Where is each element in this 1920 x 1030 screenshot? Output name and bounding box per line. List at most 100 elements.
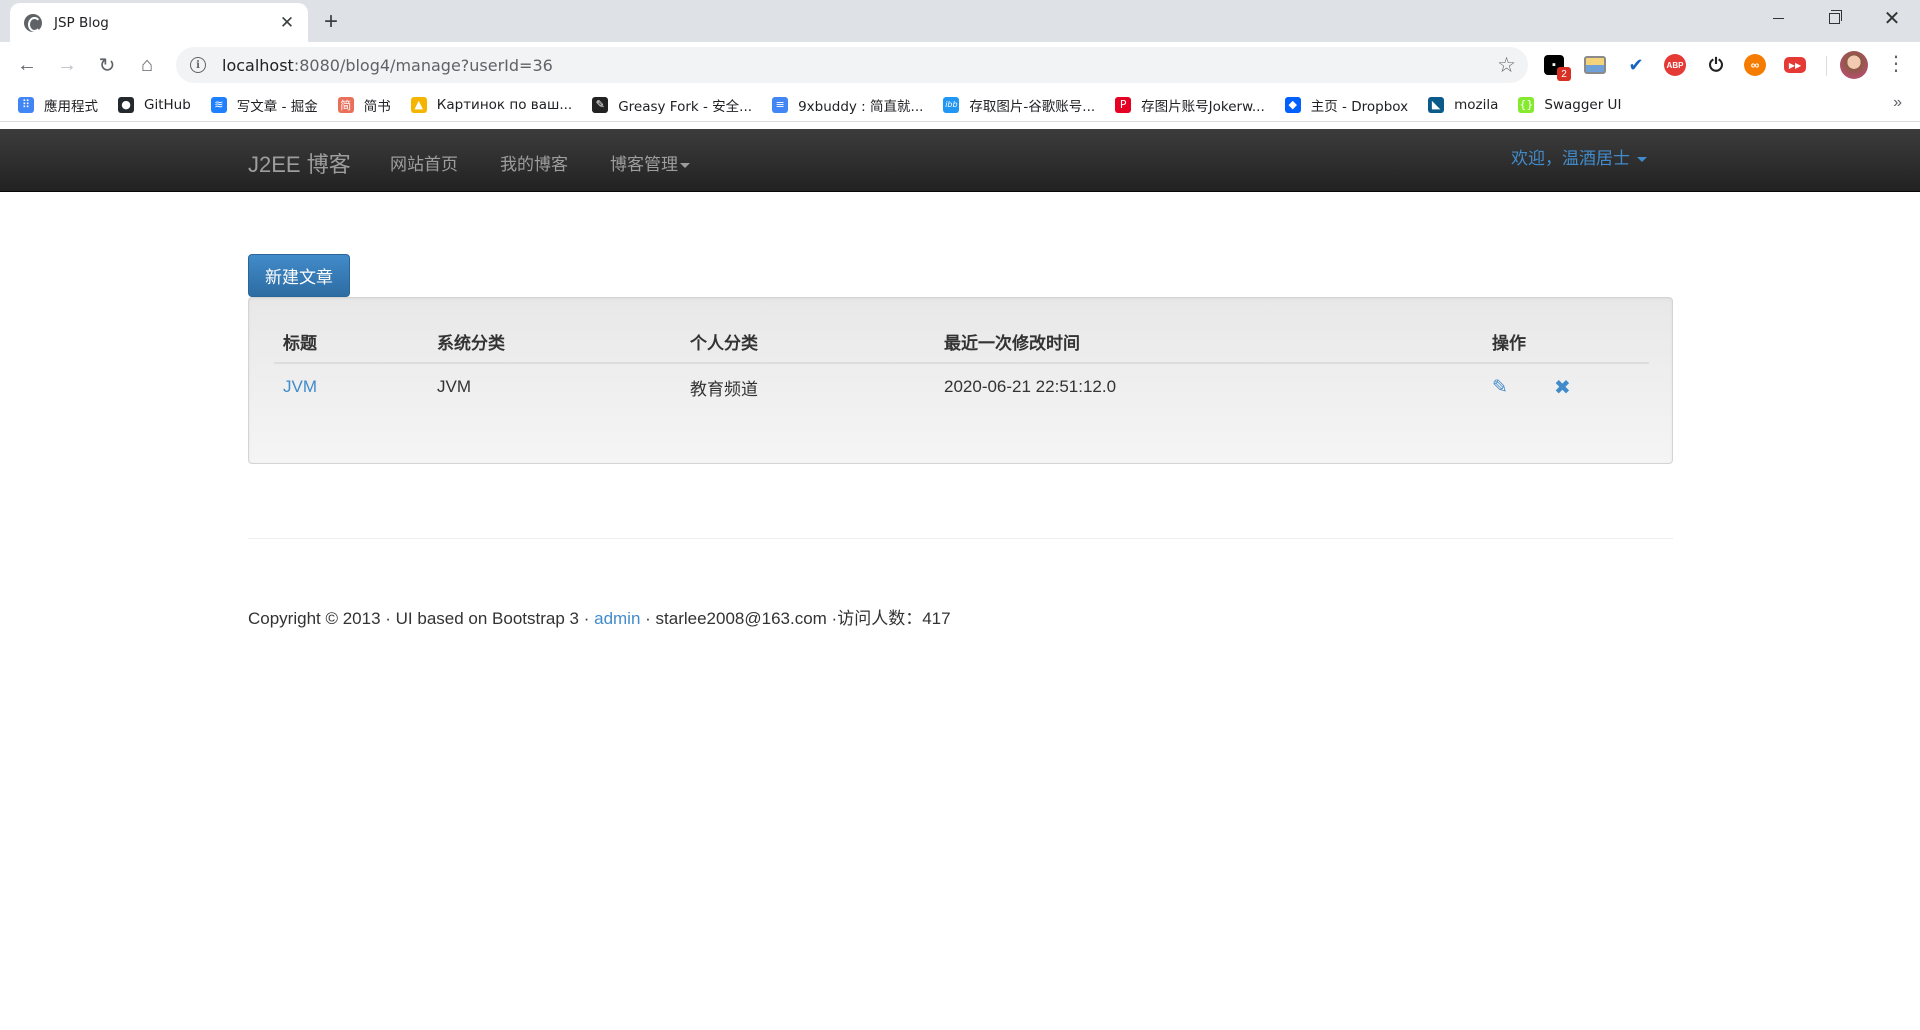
reload-icon[interactable]: ↻ bbox=[92, 50, 122, 80]
v-extension-icon[interactable]: ✔ bbox=[1624, 53, 1648, 77]
extension-1-icon[interactable]: ▪ 2 bbox=[1544, 55, 1571, 81]
tab-strip: JSP Blog ✕ + ✕ bbox=[0, 0, 1920, 42]
apps-grid-icon: ⠿ bbox=[18, 96, 34, 113]
bookmark-item[interactable]: P 存图片账号Jokerw... bbox=[1115, 95, 1265, 115]
user-welcome-dropdown[interactable]: 欢迎，温酒居士 bbox=[1511, 144, 1647, 169]
tab-title: JSP Blog bbox=[54, 14, 109, 31]
power-icon[interactable]: ⏻ bbox=[1704, 53, 1728, 77]
personal-category-cell: 教育频道 bbox=[690, 379, 758, 399]
bookmark-label: 應用程式 bbox=[44, 98, 98, 115]
extension-badge: 2 bbox=[1557, 67, 1571, 81]
address-bar[interactable]: i localhost:8080/blog4/manage?userId=36 … bbox=[176, 47, 1528, 83]
footer-divider bbox=[248, 538, 1673, 539]
site-navbar: J2EE 博客 网站首页 我的博客 博客管理 欢迎，温酒居士 bbox=[0, 129, 1920, 192]
menu-dots-icon[interactable]: ⋮ bbox=[1886, 52, 1906, 76]
bookmark-item[interactable]: {} Swagger UI bbox=[1518, 96, 1622, 113]
browser-toolbar: ← → ↻ ⌂ i localhost:8080/blog4/manage?us… bbox=[0, 42, 1920, 88]
restore-button[interactable] bbox=[1806, 0, 1862, 36]
dropbox-icon: ◆ bbox=[1284, 96, 1301, 113]
github-icon: ● bbox=[118, 96, 134, 113]
profile-avatar[interactable] bbox=[1840, 51, 1868, 79]
window-close-button[interactable]: ✕ bbox=[1864, 0, 1920, 36]
article-title-link[interactable]: JVM bbox=[283, 364, 317, 410]
adblock-plus-icon[interactable]: ABP bbox=[1664, 54, 1686, 76]
bookmarks-bar: ⠿ 應用程式 ● GitHub ≋ 写文章 - 掘金 简简书 ▲ Картинок по ваш… bbox=[0, 88, 1920, 122]
header-actions: 操作 bbox=[1492, 333, 1526, 353]
pinterest-icon: P bbox=[1115, 96, 1132, 113]
video-extension-icon[interactable]: ▶▶ bbox=[1784, 57, 1806, 73]
bookmark-label: Greasy Fork - 安全... bbox=[618, 98, 753, 115]
delete-x-icon[interactable]: ✖ bbox=[1554, 364, 1571, 410]
mozilla-icon: ◣ bbox=[1428, 96, 1445, 113]
browser-tab[interactable]: JSP Blog ✕ bbox=[10, 3, 308, 42]
table-row: JVM JVM 教育频道 2020-06-21 22:51:12.0 ✎ ✖ bbox=[274, 364, 1649, 410]
home-icon[interactable]: ⌂ bbox=[132, 50, 162, 80]
bookmark-label: Swagger UI bbox=[1544, 96, 1622, 113]
juejin-icon: ≋ bbox=[210, 96, 227, 113]
nav-my-blog-link[interactable]: 我的博客 bbox=[500, 150, 568, 175]
bookmark-label: 简书 bbox=[363, 98, 391, 115]
caret-down-icon bbox=[680, 163, 690, 169]
caret-down-icon bbox=[1636, 157, 1647, 163]
url-text[interactable]: localhost:8080/blog4/manage?userId=36 bbox=[222, 56, 553, 75]
nav-home-link[interactable]: 网站首页 bbox=[390, 150, 458, 175]
bookmark-item[interactable]: ▲ Картинок по ваш... bbox=[410, 96, 573, 113]
bookmark-label: Картинок по ваш... bbox=[436, 96, 573, 113]
toolbar-divider bbox=[1826, 56, 1827, 76]
bookmark-label: 存取图片-谷歌账号... bbox=[969, 98, 1096, 115]
infinity-extension-icon[interactable]: ∞ bbox=[1744, 54, 1766, 76]
header-title: 标题 bbox=[283, 333, 317, 353]
articles-table: 标题 系统分类 个人分类 最近一次修改时间 操作 JVM JVM 教育频道 20… bbox=[274, 318, 1649, 410]
pencil-edit-icon[interactable]: ✎ bbox=[1492, 364, 1508, 410]
bookmark-label: mozila bbox=[1454, 96, 1499, 113]
footer-contact: · starlee2008@163.com ·访问人数：417 bbox=[640, 609, 951, 628]
footer-admin-link[interactable]: admin bbox=[594, 609, 640, 628]
new-tab-button[interactable]: + bbox=[324, 8, 338, 36]
footer: Copyright © 2013 · UI based on Bootstrap… bbox=[248, 604, 951, 629]
site-info-icon[interactable]: i bbox=[190, 57, 206, 73]
bookmark-label: 9xbuddy : 简直就... bbox=[798, 98, 924, 115]
greasyfork-icon: ✎ bbox=[592, 96, 609, 113]
bookmark-item[interactable]: ibb 存取图片-谷歌账号... bbox=[943, 95, 1095, 115]
ibb-icon: ibb bbox=[943, 96, 960, 113]
minimize-button[interactable] bbox=[1750, 0, 1806, 36]
table-header: 标题 系统分类 个人分类 最近一次修改时间 操作 bbox=[274, 318, 1649, 364]
system-category-cell: JVM bbox=[437, 377, 471, 396]
welcome-label: 欢迎，温酒居士 bbox=[1511, 149, 1630, 168]
bookmark-item[interactable]: ● GitHub bbox=[118, 96, 191, 113]
header-personal-category: 个人分类 bbox=[690, 333, 758, 353]
forward-arrow-icon[interactable]: → bbox=[52, 50, 82, 80]
modified-time-cell: 2020-06-21 22:51:12.0 bbox=[944, 377, 1117, 396]
header-modified-time: 最近一次修改时间 bbox=[944, 333, 1080, 353]
articles-panel: 标题 系统分类 个人分类 最近一次修改时间 操作 JVM JVM 教育频道 20… bbox=[248, 297, 1673, 464]
url-host: localhost bbox=[222, 55, 294, 75]
nav-manage-label: 博客管理 bbox=[610, 155, 678, 174]
nav-manage-dropdown[interactable]: 博客管理 bbox=[610, 150, 690, 175]
globe-icon bbox=[24, 13, 42, 32]
site-brand[interactable]: J2EE 博客 bbox=[248, 147, 351, 179]
close-tab-icon[interactable]: ✕ bbox=[278, 13, 296, 33]
back-arrow-icon[interactable]: ← bbox=[12, 50, 42, 80]
url-path: :8080/blog4/manage?userId=36 bbox=[293, 55, 553, 75]
jianshu-icon: 简 bbox=[337, 96, 354, 113]
footer-copyright: Copyright © 2013 · UI based on Bootstrap… bbox=[248, 609, 595, 628]
bookmark-item[interactable]: ◣ mozila bbox=[1428, 96, 1499, 113]
bookmark-label: 写文章 - 掘金 bbox=[236, 98, 318, 115]
bookmark-label: GitHub bbox=[144, 96, 191, 113]
bookmark-item[interactable]: ⠿ 應用程式 bbox=[18, 95, 98, 115]
image-icon: ▲ bbox=[410, 96, 427, 113]
bookmark-label: 主页 - Dropbox bbox=[1310, 98, 1409, 115]
bookmark-label: 存图片账号Jokerw... bbox=[1141, 98, 1265, 115]
bookmark-item[interactable]: ✎ Greasy Fork - 安全... bbox=[592, 95, 752, 115]
bookmark-star-icon[interactable]: ☆ bbox=[1497, 53, 1516, 78]
doc-icon: ≡ bbox=[772, 96, 789, 113]
bookmark-item[interactable]: ≡ 9xbuddy : 简直就... bbox=[772, 95, 923, 115]
bookmark-item[interactable]: 简简书 bbox=[337, 95, 391, 115]
bookmark-item[interactable]: ≋ 写文章 - 掘金 bbox=[210, 95, 318, 115]
bookmark-item[interactable]: ◆ 主页 - Dropbox bbox=[1284, 95, 1409, 115]
image-extension-icon[interactable] bbox=[1584, 56, 1606, 74]
header-system-category: 系统分类 bbox=[437, 333, 505, 353]
swagger-icon: {} bbox=[1518, 96, 1535, 113]
bookmarks-overflow-icon[interactable]: » bbox=[1893, 94, 1902, 112]
new-article-button[interactable]: 新建文章 bbox=[248, 254, 350, 297]
